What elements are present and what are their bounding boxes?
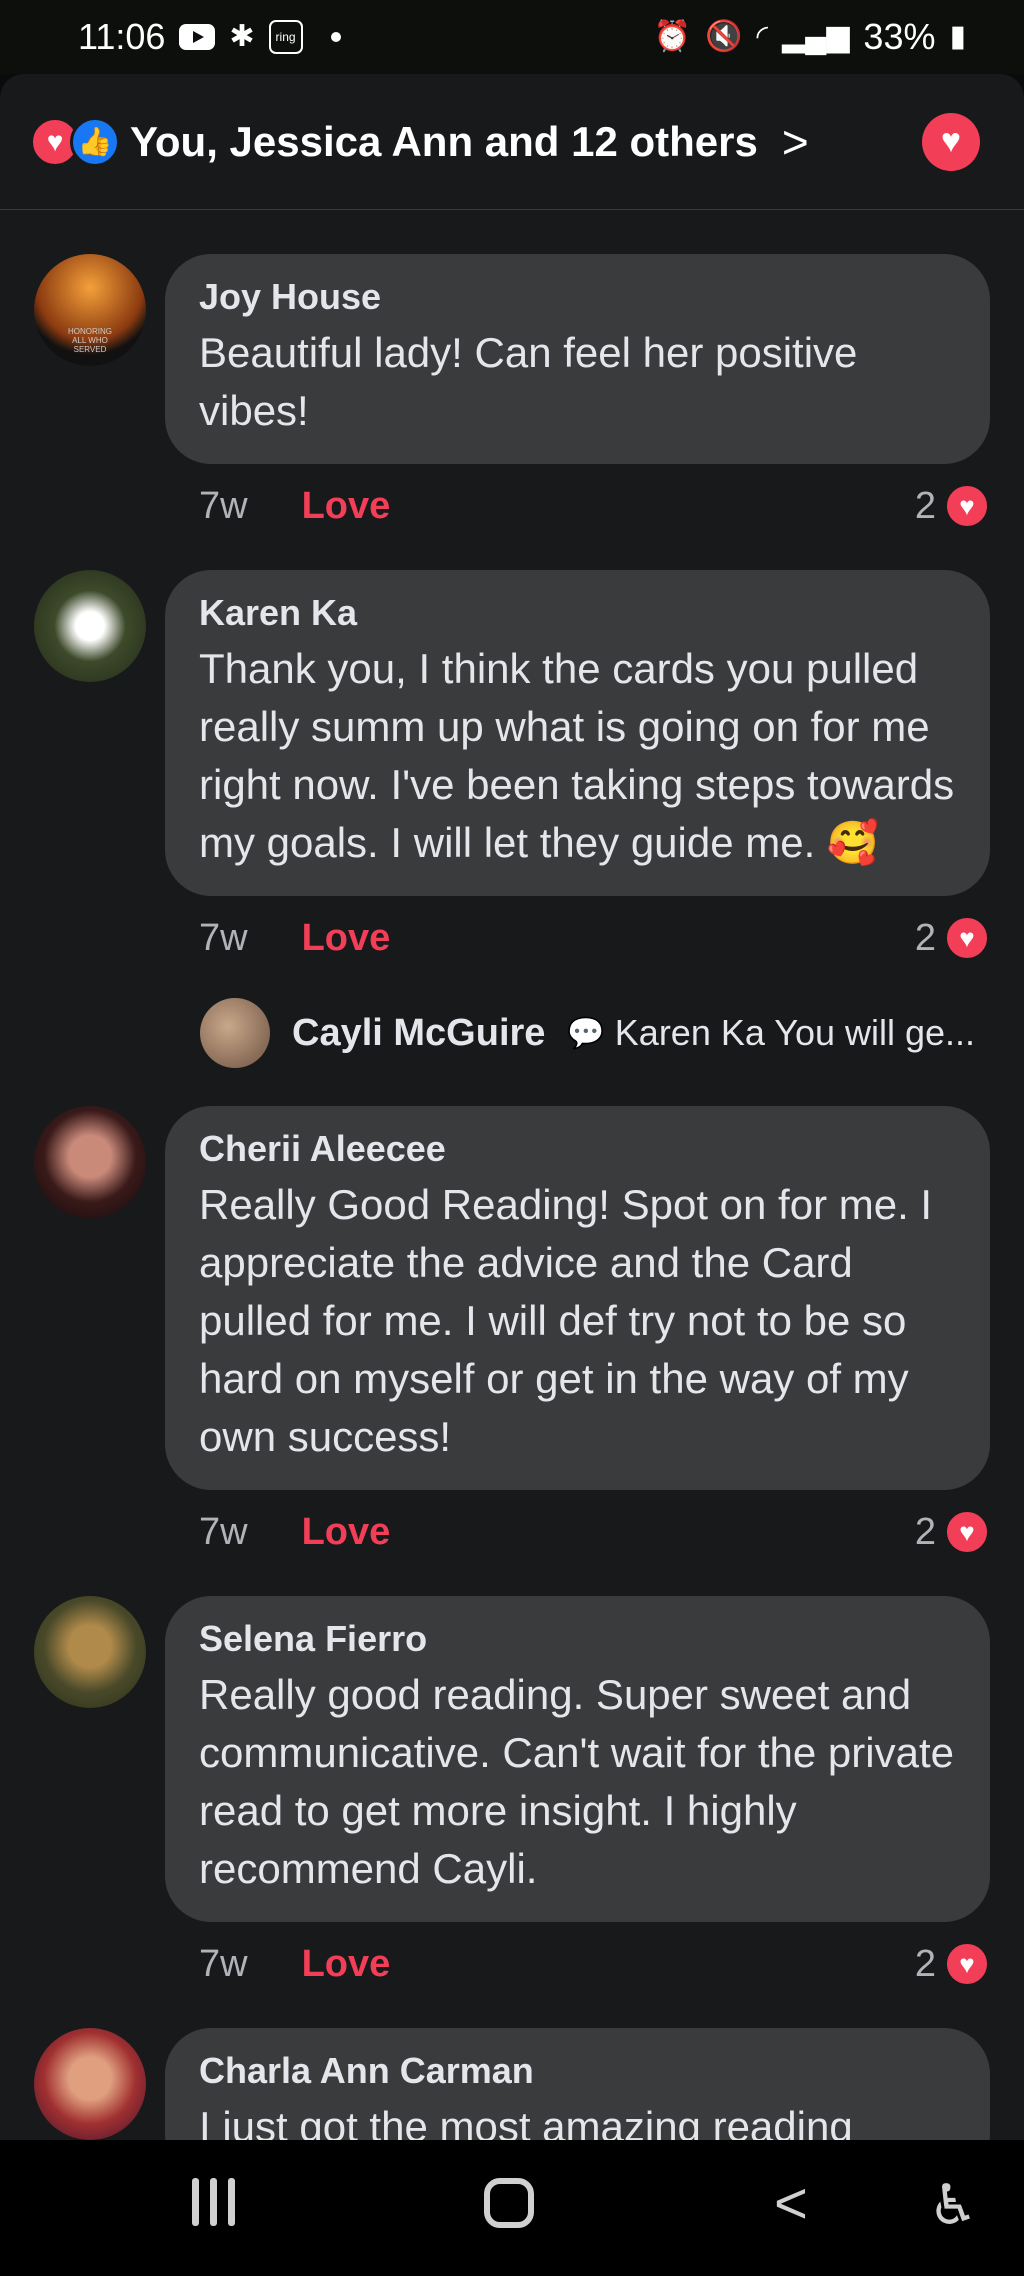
- love-reaction-button[interactable]: Love: [302, 1943, 391, 1986]
- back-icon[interactable]: <: [774, 2170, 808, 2237]
- comment-age: 7w: [199, 1942, 248, 1985]
- status-time: 11:06: [78, 16, 166, 57]
- reaction-count[interactable]: 2 ♥: [915, 1509, 990, 1555]
- signal-icon: ▂▄▆: [782, 20, 850, 53]
- comment: Charla Ann Carman I just got the most am…: [0, 2028, 1024, 2140]
- reactions-bar[interactable]: ♥ 👍 You, Jessica Ann and 12 others > ♥: [0, 74, 1024, 210]
- heart-icon: ♥: [944, 1509, 990, 1555]
- gear-icon: ✱: [229, 20, 255, 53]
- battery-level: 33%: [863, 16, 936, 57]
- like-reaction-icon: 👍: [70, 116, 120, 167]
- avatar[interactable]: [34, 570, 146, 682]
- reply-text: Karen Ka You will ge...: [614, 1012, 976, 1053]
- comment: HONORING ALL WHO SERVED Joy House Beauti…: [0, 254, 1024, 530]
- comment-author[interactable]: Charla Ann Carman: [199, 2050, 956, 2092]
- alarm-icon: ⏰: [653, 20, 692, 53]
- heart-icon: ♥: [944, 483, 990, 529]
- comment-age: 7w: [199, 916, 248, 959]
- reaction-count[interactable]: 2 ♥: [915, 1941, 990, 1987]
- comment-text: Really Good Reading! Spot on for me. I a…: [199, 1181, 933, 1460]
- avatar: [200, 998, 270, 1068]
- reply-icon: 💬: [567, 1016, 605, 1050]
- comment: Cherii Aleecee Really Good Reading! Spot…: [0, 1106, 1024, 1556]
- comment-age: 7w: [199, 484, 248, 527]
- comment-text: Really good reading. Super sweet and com…: [199, 1671, 954, 1892]
- comment-list: HONORING ALL WHO SERVED Joy House Beauti…: [0, 254, 1024, 2140]
- status-bar: 11:06 ✱ ring ⏰ 🔇 ◜ ▂▄▆ 33% ▮: [0, 0, 1024, 74]
- comment: Karen Ka Thank you, I think the cards yo…: [0, 570, 1024, 962]
- comment-bubble[interactable]: Cherii Aleecee Really Good Reading! Spot…: [165, 1106, 990, 1490]
- avatar[interactable]: HONORING ALL WHO SERVED: [34, 254, 146, 366]
- comment-bubble[interactable]: Selena Fierro Really good reading. Super…: [165, 1596, 990, 1922]
- comments-sheet: ♥ 👍 You, Jessica Ann and 12 others > ♥ H…: [0, 74, 1024, 2140]
- avatar-caption: HONORING ALL WHO SERVED: [68, 326, 112, 354]
- comment: Selena Fierro Really good reading. Super…: [0, 1596, 1024, 1988]
- love-reaction-button[interactable]: Love: [302, 917, 391, 960]
- comment-age: 7w: [199, 1510, 248, 1553]
- comment-meta: 7w Love 2 ♥: [165, 1490, 990, 1556]
- youtube-icon: [179, 24, 216, 50]
- avatar[interactable]: [34, 1596, 146, 1708]
- love-reaction-button[interactable]: Love: [302, 485, 391, 528]
- ring-icon: ring: [268, 20, 303, 54]
- comment-text: I just got the most amazing reading: [199, 2103, 853, 2140]
- reaction-count-value: 2: [914, 1510, 936, 1553]
- heart-icon: ♥: [944, 1941, 990, 1987]
- comment-bubble[interactable]: Joy House Beautiful lady! Can feel her p…: [165, 254, 990, 464]
- recents-icon[interactable]: [192, 2178, 235, 2226]
- reaction-count[interactable]: 2 ♥: [915, 915, 990, 961]
- avatar[interactable]: [34, 1106, 146, 1218]
- reaction-count-value: 2: [914, 484, 936, 527]
- wifi-icon: ◜: [756, 20, 769, 53]
- reply-author[interactable]: Cayli McGuire: [292, 1012, 545, 1055]
- comment-meta: 7w Love 2 ♥: [165, 464, 990, 530]
- comment-author[interactable]: Joy House: [199, 276, 956, 318]
- comment-meta: 7w Love 2 ♥: [165, 1922, 990, 1988]
- mute-icon: 🔇: [705, 20, 743, 53]
- love-reaction-button[interactable]: Love: [302, 1511, 391, 1554]
- comment-text: Beautiful lady! Can feel her positive vi…: [199, 329, 858, 434]
- reaction-count[interactable]: 2 ♥: [915, 483, 990, 529]
- notification-dot-icon: [330, 32, 341, 42]
- system-nav-bar: < ♿: [0, 2140, 1024, 2276]
- reactions-summary[interactable]: You, Jessica Ann and 12 others: [130, 118, 758, 166]
- comment-author[interactable]: Karen Ka: [199, 592, 956, 634]
- love-button[interactable]: ♥: [922, 112, 980, 171]
- reaction-count-value: 2: [914, 1942, 936, 1985]
- comment-text: Thank you, I think the cards you pulled …: [199, 645, 955, 866]
- comment-bubble[interactable]: Charla Ann Carman I just got the most am…: [165, 2028, 990, 2140]
- heart-icon: ♥: [944, 915, 990, 961]
- avatar[interactable]: [34, 2028, 146, 2140]
- home-icon[interactable]: [484, 2178, 534, 2228]
- chevron-right-icon[interactable]: >: [782, 115, 809, 169]
- comment-meta: 7w Love 2 ♥: [165, 896, 990, 962]
- comment-bubble[interactable]: Karen Ka Thank you, I think the cards yo…: [165, 570, 990, 896]
- comment-author[interactable]: Cherii Aleecee: [199, 1128, 956, 1170]
- reply-preview[interactable]: Cayli McGuire 💬 Karen Ka You will ge...: [0, 996, 1024, 1070]
- reaction-count-value: 2: [914, 916, 936, 959]
- battery-icon: ▮: [949, 20, 966, 53]
- comment-author[interactable]: Selena Fierro: [199, 1618, 956, 1660]
- accessibility-icon[interactable]: ♿: [928, 2172, 978, 2238]
